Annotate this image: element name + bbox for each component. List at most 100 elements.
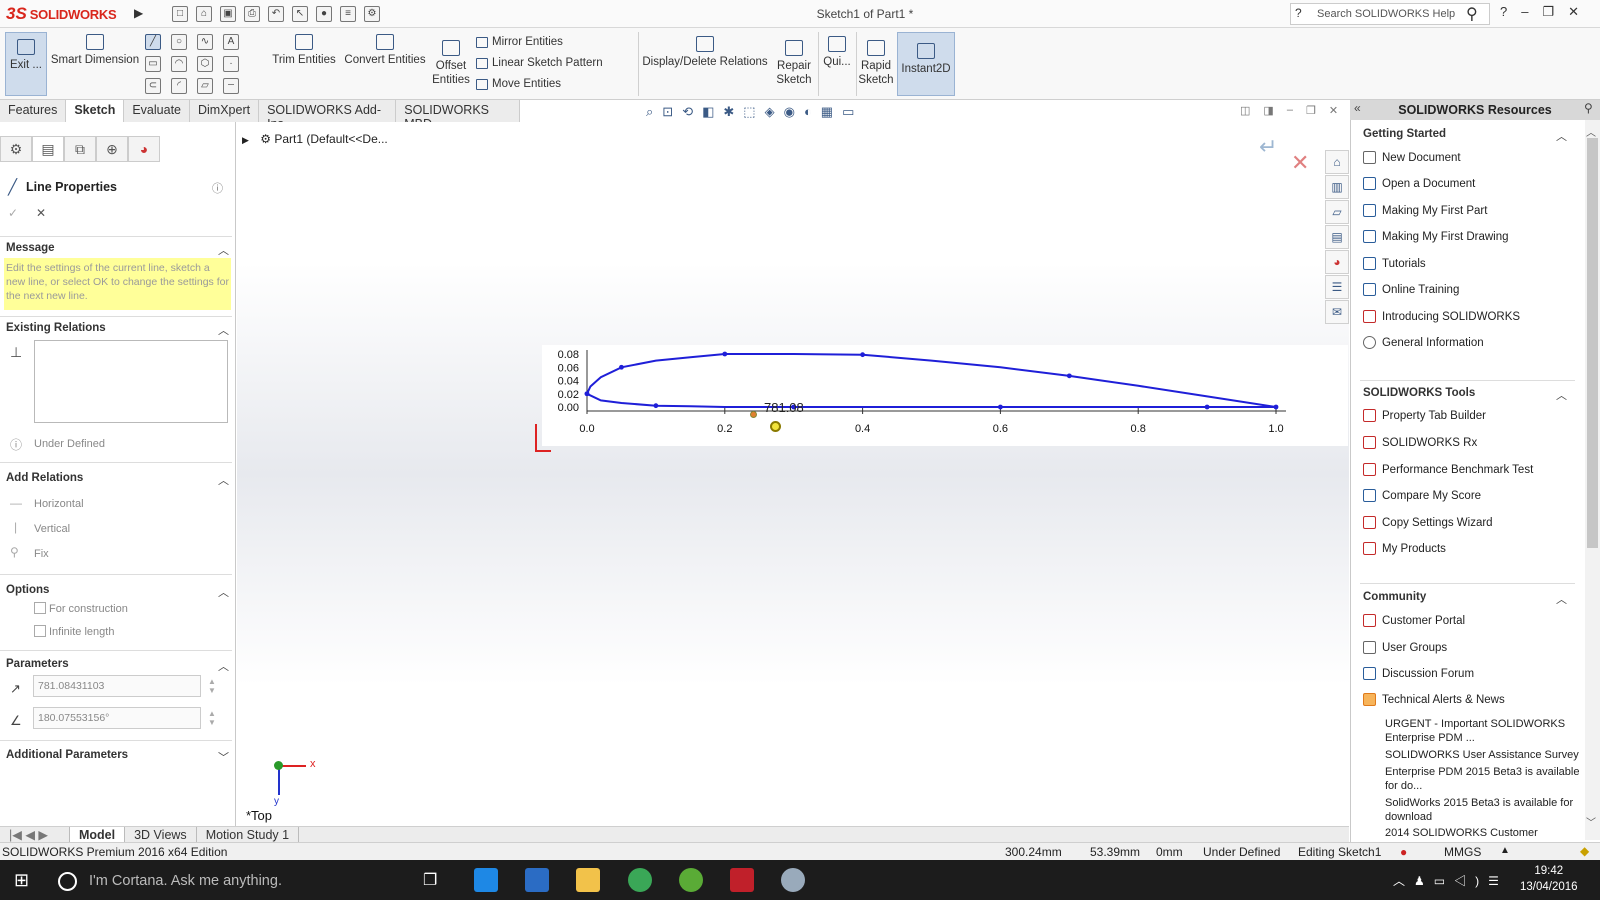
unit-system[interactable]: MMGS <box>1444 845 1481 859</box>
trim-entities-button[interactable]: Trim Entities <box>270 34 338 67</box>
infinite-length-checkbox[interactable] <box>34 625 46 637</box>
first-part-link[interactable]: Making My First Part <box>1363 204 1487 217</box>
dynamic-annotation-icon[interactable]: ✱ <box>723 104 734 122</box>
repair-sketch-button[interactable]: Repair Sketch <box>772 40 816 87</box>
smart-dimension-button[interactable]: Smart Dimension <box>50 34 140 67</box>
tab-evaluate[interactable]: Evaluate <box>124 100 190 122</box>
benchmark-test-link[interactable]: Performance Benchmark Test <box>1363 463 1533 476</box>
mirror-entities-button[interactable]: Mirror Entities <box>476 36 563 48</box>
quick-snaps-button[interactable]: Qui... <box>820 36 854 69</box>
collapse-caret-icon[interactable]: ︿ <box>218 322 229 338</box>
graphics-area[interactable] <box>237 122 1349 826</box>
tutorials-link[interactable]: Tutorials <box>1363 257 1426 270</box>
spline-point[interactable] <box>860 352 865 358</box>
upper-surface-curve[interactable] <box>586 353 1277 408</box>
polygon-tool-icon[interactable]: ⬡ <box>197 56 213 72</box>
collapse-pane-icon[interactable]: « <box>1354 101 1361 115</box>
ok-check-icon[interactable]: ✓ <box>8 206 18 220</box>
view-orientation-icon[interactable]: ⬚ <box>743 104 755 122</box>
plane-tool-icon[interactable]: ▱ <box>197 78 213 94</box>
existing-relations-list[interactable] <box>34 340 228 423</box>
tag-icon[interactable]: ◆ <box>1580 844 1589 858</box>
chrome-icon[interactable] <box>628 868 652 892</box>
news-item[interactable]: SolidWorks 2015 Beta3 is available for d… <box>1385 796 1585 824</box>
options-header[interactable]: Options <box>6 584 49 596</box>
property-tab-builder-link[interactable]: Property Tab Builder <box>1363 409 1486 422</box>
search-help-input[interactable]: Search SOLIDWORKS Help <box>1290 3 1490 25</box>
unit-menu-icon[interactable]: ▲ <box>1500 845 1510 856</box>
angle-field[interactable]: 180.07553156° <box>33 707 201 729</box>
scroll-up-icon[interactable]: ︿ <box>1586 124 1596 139</box>
edge-icon[interactable] <box>474 868 498 892</box>
new-document-link[interactable]: New Document <box>1363 151 1461 164</box>
cortana-search[interactable]: I'm Cortana. Ask me anything. <box>58 869 403 893</box>
angle-spinner-icon[interactable]: ▲ ▼ <box>208 709 216 727</box>
solidworks-rx-link[interactable]: SOLIDWORKS Rx <box>1363 436 1477 449</box>
point-tool-icon[interactable]: · <box>223 56 239 72</box>
community-header[interactable]: Community <box>1363 591 1426 603</box>
tab-mbd[interactable]: SOLIDWORKS MBD <box>396 100 520 131</box>
expand-caret-icon[interactable]: ﹀ <box>218 749 229 765</box>
lower-surface-curve[interactable] <box>586 392 1276 408</box>
for-construction-checkbox[interactable] <box>34 602 46 614</box>
my-products-link[interactable]: My Products <box>1363 542 1446 555</box>
spline-point[interactable] <box>722 351 728 357</box>
feature-tree-flyout[interactable]: ▶ ⚙ Part1 (Default<<De... <box>242 132 388 146</box>
news-item[interactable]: 2014 SOLIDWORKS Customer <box>1385 826 1585 840</box>
feature-manager-icon[interactable]: ⚙ <box>0 136 32 162</box>
length-dimension-label[interactable]: 781.08 <box>764 400 804 415</box>
spline-tool-icon[interactable]: ∿ <box>197 34 213 50</box>
store-icon[interactable] <box>525 868 549 892</box>
line-endpoint[interactable] <box>750 411 757 418</box>
previous-view-icon[interactable]: ⟲ <box>682 104 693 122</box>
forum-icon[interactable]: ✉ <box>1325 300 1349 324</box>
additional-parameters-header[interactable]: Additional Parameters <box>6 749 128 761</box>
news-item[interactable]: Enterprise PDM 2015 Beta3 is available f… <box>1385 765 1585 793</box>
general-information-link[interactable]: General Information <box>1363 336 1484 349</box>
message-header[interactable]: Message <box>6 242 55 254</box>
custom-properties-icon[interactable]: ☰ <box>1325 275 1349 299</box>
discussion-forum-link[interactable]: Discussion Forum <box>1363 667 1474 680</box>
fix-relation[interactable]: Fix <box>34 548 49 560</box>
tab-3d-views[interactable]: 3D Views <box>125 827 197 842</box>
collapse-caret-icon[interactable]: ︿ <box>218 242 229 258</box>
file-explorer-taskbar-icon[interactable] <box>576 868 600 892</box>
exit-sketch-button[interactable]: Exit ... <box>5 32 47 96</box>
minimize-icon[interactable]: – <box>1521 4 1528 20</box>
getting-started-header[interactable]: Getting Started <box>1363 128 1446 140</box>
home-icon[interactable]: ⌂ <box>1325 150 1349 174</box>
display-style-icon[interactable]: ◈ <box>765 104 775 122</box>
text-tool-icon[interactable]: A <box>223 34 239 50</box>
copy-settings-link[interactable]: Copy Settings Wizard <box>1363 516 1493 529</box>
spline-point[interactable] <box>1066 373 1072 379</box>
restore-icon[interactable]: ❐ <box>1542 4 1554 20</box>
cancel-x-icon[interactable]: ✕ <box>36 206 46 220</box>
paint-icon[interactable] <box>781 868 805 892</box>
tab-motion-study[interactable]: Motion Study 1 <box>197 827 300 842</box>
viewport-close-icon[interactable]: ✕ <box>1329 104 1338 117</box>
tab-scroll-arrows-icon[interactable]: |◀ ◀ ▶ ▶| <box>0 827 70 858</box>
length-field[interactable]: 781.08431103 <box>33 675 201 697</box>
online-training-link[interactable]: Online Training <box>1363 283 1459 296</box>
close-icon[interactable]: ✕ <box>1568 4 1579 20</box>
scrollbar-thumb[interactable] <box>1587 138 1598 548</box>
line-tool-icon[interactable]: ╱ <box>145 34 161 50</box>
offset-entities-button[interactable]: Offset Entities <box>430 40 472 87</box>
collapse-caret-icon[interactable]: ︿ <box>218 472 229 488</box>
spline-point[interactable] <box>998 404 1003 410</box>
linear-pattern-button[interactable]: Linear Sketch Pattern <box>476 57 603 69</box>
viewport-split-icon[interactable]: ◨ <box>1263 104 1273 117</box>
collapse-caret-icon[interactable]: ︿ <box>218 584 229 600</box>
vertical-relation[interactable]: Vertical <box>34 523 70 535</box>
rectangle-tool-icon[interactable]: ▭ <box>145 56 161 72</box>
dimxpert-manager-icon[interactable]: ⊕ <box>96 136 128 162</box>
viewport-tile-icon[interactable]: ◫ <box>1240 104 1250 117</box>
technical-alerts-link[interactable]: Technical Alerts & News <box>1363 693 1505 706</box>
user-groups-link[interactable]: User Groups <box>1363 641 1447 654</box>
hide-show-icon[interactable]: ◉ <box>784 104 795 122</box>
tab-features[interactable]: Features <box>0 100 67 122</box>
airfoil-plot[interactable]: 0.080.06 0.040.020.000.0 0.2 0.4 0.6 0.8 1.0 <box>542 345 1348 446</box>
scroll-down-icon[interactable]: ﹀ <box>1586 814 1596 829</box>
spline-point[interactable] <box>653 403 659 409</box>
rapid-sketch-button[interactable]: Rapid Sketch <box>858 40 894 87</box>
